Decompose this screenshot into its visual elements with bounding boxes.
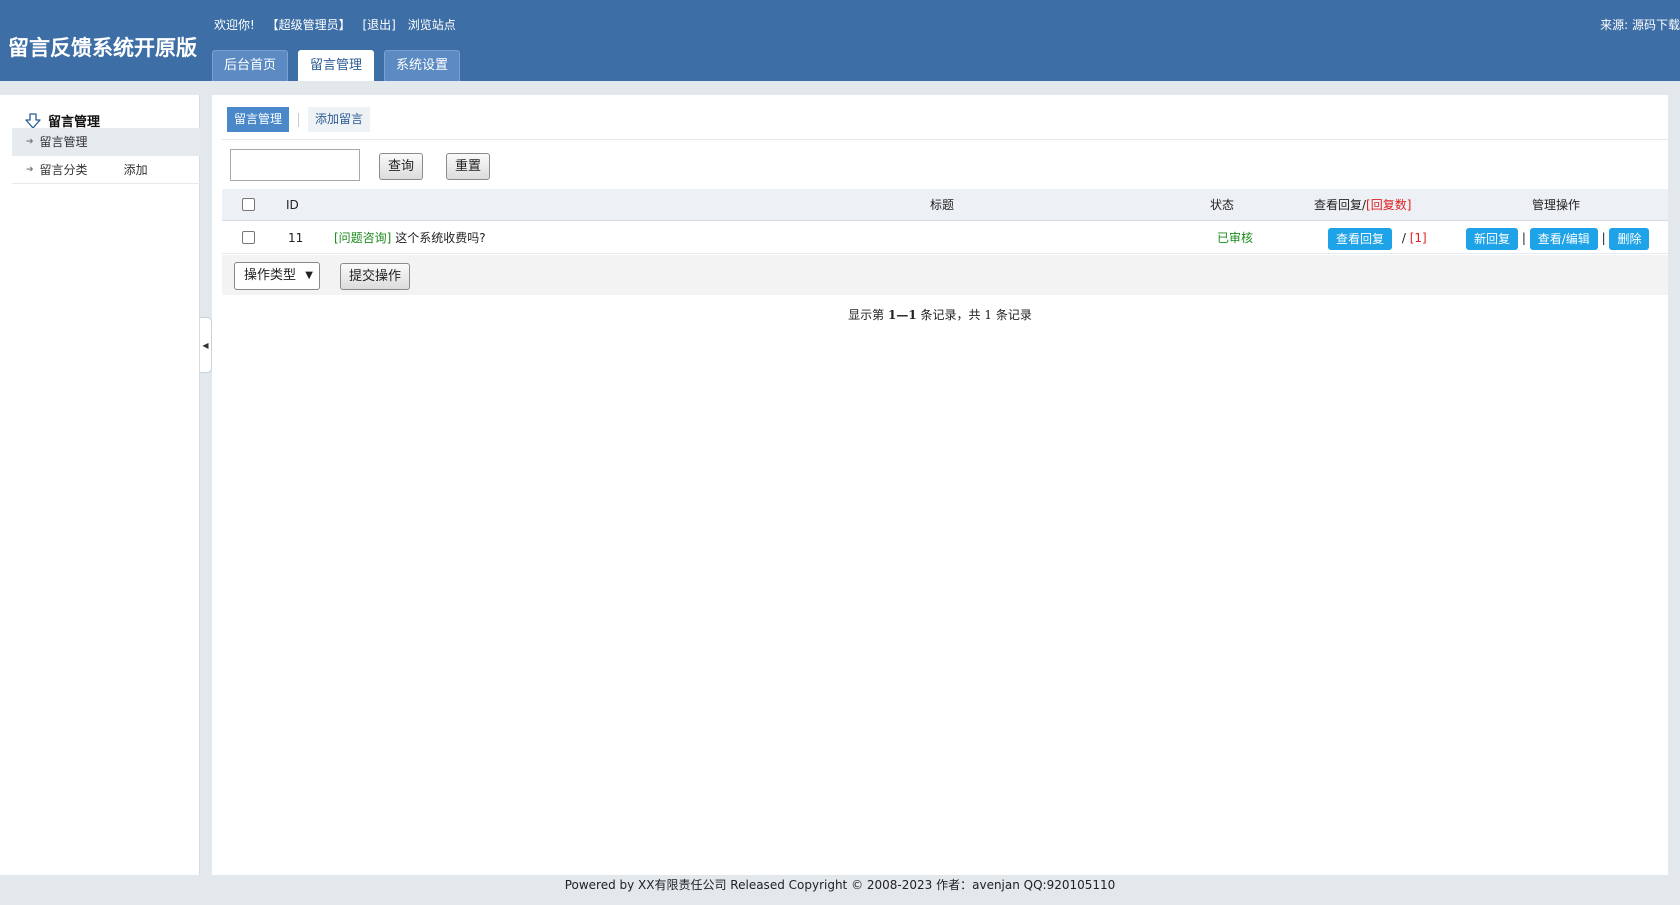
browse-site-link[interactable]: 浏览站点 <box>408 18 456 32</box>
pager-mid: 条记录，共 <box>920 308 981 322</box>
user-bar: 欢迎你! 【超级管理员】 [退出] 浏览站点 <box>214 16 464 33</box>
col-view-reply-label: 查看回复/ <box>1314 198 1367 212</box>
row-manage-cell: 新回复 | 查看/编辑 | 删除 <box>1466 222 1650 254</box>
sidebar-item-add-link[interactable]: 添加 <box>124 156 148 184</box>
chevron-right-icon: ➔ <box>26 136 34 147</box>
col-reply-count-label: [回复数] <box>1366 198 1412 212</box>
row-checkbox[interactable] <box>242 231 255 244</box>
chevron-down-icon: ▼ <box>305 270 313 281</box>
col-status: 状态 <box>1210 198 1235 212</box>
delete-button[interactable]: 删除 <box>1609 227 1650 250</box>
logout-link[interactable]: [退出] <box>362 18 395 32</box>
separator: | <box>1521 231 1526 245</box>
tab-system-settings[interactable]: 系统设置 <box>384 50 461 81</box>
separator: | <box>1601 231 1606 245</box>
subtab-message-manage[interactable]: 留言管理 <box>227 107 290 132</box>
row-reply-cell: 查看回复 / [1] <box>1328 222 1427 254</box>
table-row: 11 [问题咨询] 这个系统收费吗? 已审核 查看回复 / [1] 新回复 | … <box>222 222 1668 254</box>
reply-count[interactable]: [1] <box>1410 231 1427 245</box>
main-content: 留言管理 添加留言 查询 重置 ID 标题 状态 查看回复/[回复数] 管理操作… <box>212 95 1668 875</box>
select-all-checkbox[interactable] <box>242 198 255 211</box>
sidebar-item-label: 留言管理 <box>39 134 88 149</box>
view-reply-button[interactable]: 查看回复 <box>1328 227 1393 250</box>
new-reply-button[interactable]: 新回复 <box>1466 227 1519 250</box>
sidebar-item-message-manage[interactable]: ➔ 留言管理 <box>12 128 200 156</box>
query-button[interactable]: 查询 <box>379 153 424 180</box>
col-manage: 管理操作 <box>1532 198 1581 212</box>
tab-message-manage[interactable]: 留言管理 <box>298 50 375 81</box>
row-category[interactable]: [问题咨询] <box>334 231 391 245</box>
view-edit-button[interactable]: 查看/编辑 <box>1529 227 1598 250</box>
pager-range: 1—1 <box>887 308 917 322</box>
row-title-text[interactable]: 这个系统收费吗? <box>395 231 485 245</box>
submit-operation-button[interactable]: 提交操作 <box>340 263 411 290</box>
table-header: ID 标题 状态 查看回复/[回复数] 管理操作 <box>222 189 1668 221</box>
operation-type-select[interactable]: 操作类型 ▼ <box>234 262 320 290</box>
search-input[interactable] <box>230 149 360 181</box>
divider <box>222 139 1668 140</box>
sidebar-collapse-toggle[interactable]: ◀ <box>200 317 212 373</box>
status-badge: 已审核 <box>1217 231 1254 245</box>
slash-separator: / <box>1401 231 1406 245</box>
role-link[interactable]: 【超级管理员】 <box>267 18 351 32</box>
sidebar: 留言管理 ➔ 留言管理 ➔ 留言分类 添加 <box>0 95 200 875</box>
col-id: ID <box>286 198 299 212</box>
pager-prefix: 显示第 <box>848 308 885 322</box>
pagination-info: 显示第 1—1 条记录，共 1 条记录 <box>212 306 1668 323</box>
sub-tabs: 留言管理 添加留言 <box>227 107 371 132</box>
row-title[interactable]: [问题咨询] 这个系统收费吗? <box>334 222 486 254</box>
source-text: 来源: 源码下载 <box>1600 18 1680 32</box>
sidebar-item-label: 留言分类 <box>39 162 88 177</box>
chevron-right-icon: ➔ <box>26 164 34 175</box>
operation-type-value: 操作类型 <box>244 268 297 283</box>
tab-home[interactable]: 后台首页 <box>212 50 289 81</box>
col-view-reply: 查看回复/[回复数] <box>1314 189 1411 221</box>
pager-suffix: 条记录 <box>995 308 1032 322</box>
batch-action-bar: 操作类型 ▼ 提交操作 <box>222 255 1668 295</box>
row-id: 11 <box>288 231 304 245</box>
site-logo: 留言反馈系统开原版 <box>8 36 197 60</box>
footer: Powered by XX有限责任公司 Released Copyright ©… <box>564 878 1116 892</box>
main-nav: 后台首页 留言管理 系统设置 <box>212 50 461 81</box>
header: 留言反馈系统开原版 欢迎你! 【超级管理员】 [退出] 浏览站点 来源: 源码下… <box>0 0 1680 81</box>
reset-button[interactable]: 重置 <box>446 153 491 180</box>
col-title: 标题 <box>930 198 955 212</box>
divider <box>298 112 300 127</box>
subtab-add-message[interactable]: 添加留言 <box>308 107 371 132</box>
welcome-text: 欢迎你! <box>214 18 255 32</box>
sidebar-item-message-category[interactable]: ➔ 留言分类 添加 <box>12 156 200 184</box>
pager-total: 1 <box>984 308 992 322</box>
